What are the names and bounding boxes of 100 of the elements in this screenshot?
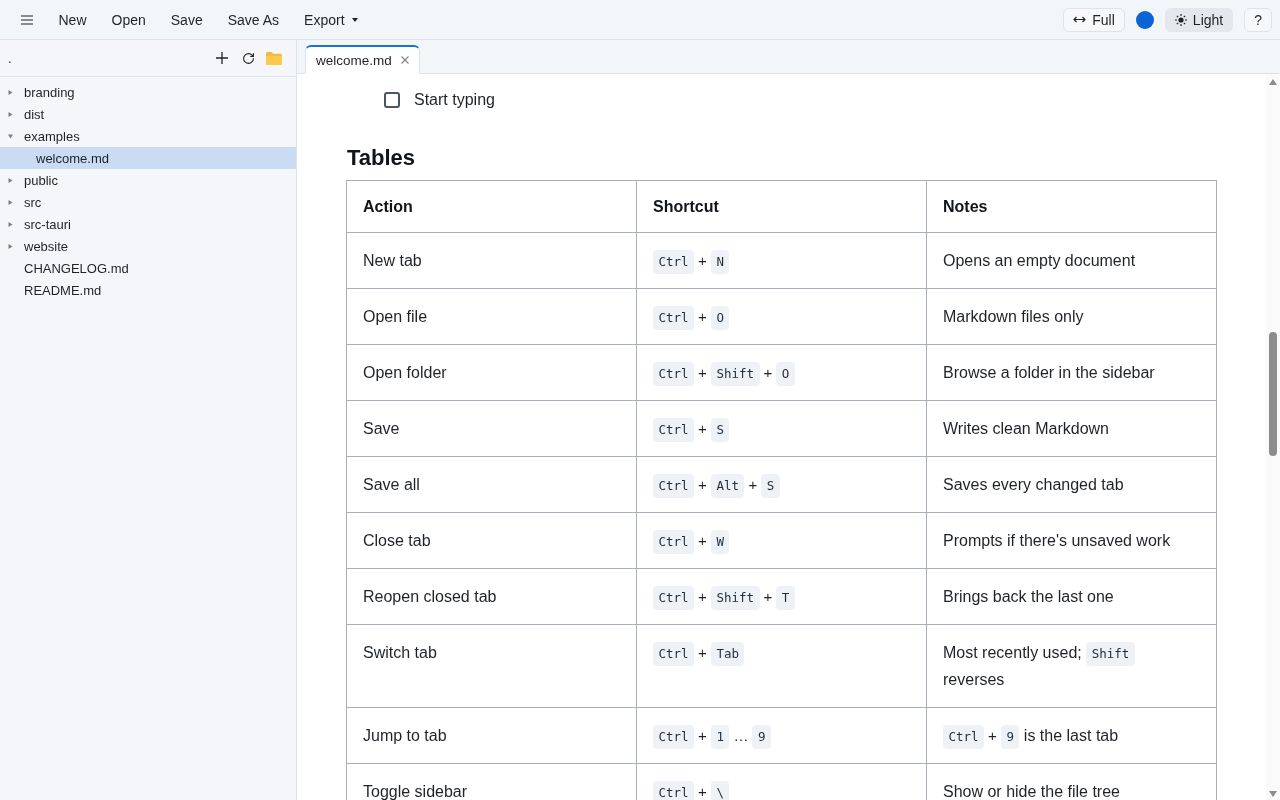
help-button[interactable]: ?	[1244, 7, 1272, 32]
key-separator: +	[698, 727, 707, 744]
tree-item[interactable]: CHANGELOG.md	[0, 257, 296, 279]
cell-text: Opens an empty document	[943, 252, 1136, 269]
key-separator: +	[698, 476, 707, 493]
toolbar-button[interactable]: Save	[158, 4, 216, 35]
shortcut-key: S	[761, 474, 780, 498]
tree-item-label: public	[24, 172, 58, 188]
scrollbar-thumb[interactable]	[1269, 332, 1277, 456]
tree-item-label: welcome.md	[36, 150, 109, 166]
tree-item[interactable]: website	[0, 235, 296, 257]
triangle-down-icon[interactable]	[1269, 791, 1277, 797]
table-cell: New tab	[346, 232, 637, 289]
shortcut-key: N	[710, 250, 730, 274]
key-separator: +	[763, 364, 773, 381]
key-separator: +	[698, 783, 707, 800]
key-separator: +	[988, 727, 997, 744]
toolbar-button[interactable]: Save As	[215, 4, 292, 35]
table-cell: Jump to tab	[346, 707, 637, 764]
shortcut-key: Ctrl	[653, 586, 695, 610]
toolbar-button[interactable]: Open	[99, 4, 159, 35]
menu-icon[interactable]	[21, 14, 33, 25]
key-separator: …	[733, 727, 749, 744]
cell-text: Browse a folder in the sidebar	[943, 364, 1155, 381]
dropdown-button[interactable]: Export	[291, 4, 371, 35]
tree-item[interactable]: welcome.md	[0, 147, 296, 169]
shortcut-key: 1	[710, 725, 730, 749]
tree-item-label: README.md	[24, 282, 102, 298]
tree-item[interactable]: public	[0, 169, 296, 191]
caret-icon	[351, 17, 358, 22]
theme-toggle-button[interactable]: Light	[1164, 7, 1234, 32]
vertical-scrollbar[interactable]	[1266, 74, 1280, 800]
folder-icon	[266, 51, 282, 65]
shortcut-key: Ctrl	[653, 306, 695, 330]
tree-item-label: src	[24, 194, 42, 210]
folder-path: .	[8, 50, 12, 66]
cell-text: Prompts if there's unsaved work	[943, 532, 1171, 549]
cell-text: Markdown files only	[943, 308, 1084, 325]
plus-icon	[216, 52, 228, 64]
tree-item[interactable]: branding	[0, 81, 296, 103]
toolbar-button[interactable]: New	[46, 4, 99, 35]
tree-item[interactable]: examples	[0, 125, 296, 147]
column-header: Action	[346, 180, 637, 233]
sun-icon	[1174, 13, 1187, 26]
checkbox[interactable]	[384, 91, 400, 108]
shortcut-key: Ctrl	[653, 725, 695, 749]
tree-item-label: CHANGELOG.md	[24, 260, 129, 276]
table-cell: Reopen closed tab	[346, 568, 637, 625]
tree-item[interactable]: src	[0, 191, 296, 213]
key-separator: +	[698, 532, 707, 549]
tree-item-label: examples	[24, 128, 80, 144]
shortcut-key: Ctrl	[653, 781, 695, 800]
table-cell: Save	[346, 400, 637, 457]
column-header: Shortcut	[636, 180, 927, 233]
tree-item[interactable]: README.md	[0, 279, 296, 301]
color-swatch-icon[interactable]	[1135, 10, 1154, 29]
key-separator: +	[698, 644, 707, 661]
width-toggle-button[interactable]: Full	[1063, 7, 1125, 32]
shortcut-key: W	[710, 530, 730, 554]
shortcut-key: Ctrl	[653, 530, 695, 554]
key-separator: +	[698, 308, 707, 325]
shortcut-key: Ctrl	[943, 725, 985, 749]
shortcut-key: \	[710, 781, 730, 800]
table-cell: Toggle sidebar	[346, 763, 637, 800]
refresh-icon	[241, 51, 255, 65]
tree-item[interactable]: src-tauri	[0, 213, 296, 235]
shortcut-key: 9	[1000, 725, 1020, 749]
shortcut-key: Shift	[1086, 642, 1135, 666]
tree-item[interactable]: dist	[0, 103, 296, 125]
shortcut-key: O	[710, 306, 730, 330]
cell-text: Saves every changed tab	[943, 476, 1124, 493]
table-cell: Open folder	[346, 344, 637, 401]
task-text: Start typing	[414, 90, 495, 110]
key-separator: +	[698, 364, 707, 381]
shortcut-key: Ctrl	[653, 250, 695, 274]
double-arrow-icon	[1073, 16, 1087, 23]
shortcut-key: Tab	[710, 642, 745, 666]
key-separator: +	[698, 252, 707, 269]
cell-text: reverses	[943, 671, 1005, 688]
shortcut-key: Ctrl	[653, 362, 695, 386]
triangle-up-icon[interactable]	[1269, 79, 1277, 85]
key-separator: +	[698, 588, 707, 605]
tree-item-label: branding	[24, 84, 75, 100]
section-heading: Tables	[347, 144, 417, 172]
tree-item-label: website	[24, 238, 69, 254]
cell-text: Writes clean Markdown	[943, 420, 1109, 437]
shortcut-key: S	[710, 418, 730, 442]
shortcut-key: Alt	[710, 474, 745, 498]
cell-text: is the last tab	[1023, 727, 1119, 744]
key-separator: +	[698, 420, 707, 437]
tree-item-label: dist	[24, 106, 45, 122]
close-icon[interactable]	[400, 56, 409, 64]
table-cell: Open file	[346, 288, 637, 345]
shortcut-key: Shift	[710, 586, 760, 610]
column-header: Notes	[926, 180, 1217, 233]
table-cell: Switch tab	[346, 624, 637, 708]
shortcut-key: 9	[752, 725, 771, 749]
cell-text: Most recently used;	[943, 644, 1082, 661]
editor-tab[interactable]: welcome.md	[305, 45, 420, 74]
table-cell: Close tab	[346, 512, 637, 569]
